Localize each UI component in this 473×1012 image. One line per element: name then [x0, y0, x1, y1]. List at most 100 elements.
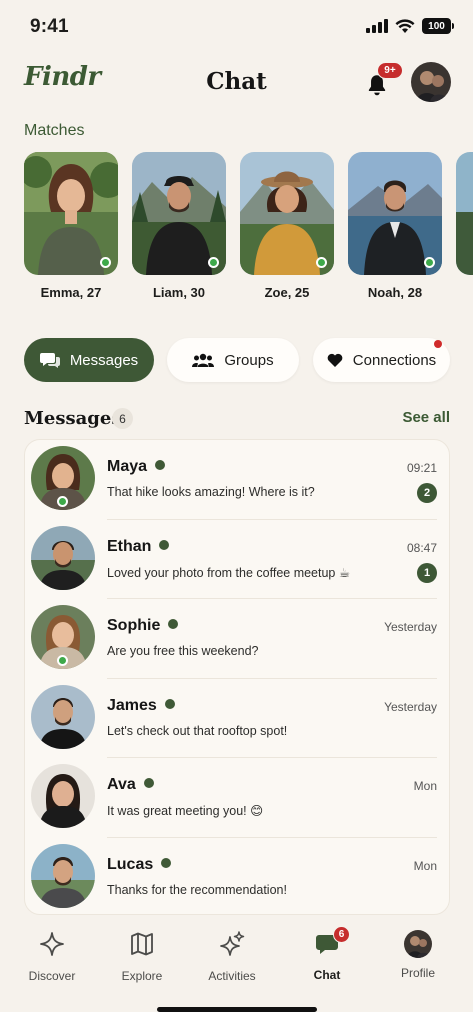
matches-carousel[interactable]: Emma, 27 Liam, 30 Zoe, 25 Noah, 28 — [24, 152, 473, 312]
avatar — [31, 525, 95, 590]
online-indicator — [57, 655, 68, 666]
match-card[interactable]: Emma, 27 — [24, 152, 118, 300]
match-photo — [348, 152, 442, 275]
message-row[interactable]: Ethan Loved your photo from the coffee m… — [25, 520, 449, 599]
nav-label: Chat — [313, 968, 341, 982]
message-row[interactable]: Maya That hike looks amazing! Where is i… — [25, 440, 449, 520]
status-bar: 9:41 100 — [0, 0, 473, 54]
chat-tabs: Messages Groups Connections — [24, 338, 454, 384]
notification-badge: 9+ — [377, 62, 403, 79]
avatar — [31, 843, 95, 908]
match-name: Liam, 30 — [152, 285, 206, 300]
tab-messages[interactable]: Messages — [24, 338, 154, 382]
unread-badge: 2 — [417, 483, 437, 503]
message-row[interactable]: Sophie Are you free this weekend? Yester… — [25, 599, 449, 679]
contact-name: Ethan — [107, 538, 170, 556]
online-indicator — [100, 257, 111, 268]
profile-avatar — [404, 930, 432, 958]
message-preview: Loved your photo from the coffee meetup … — [107, 565, 351, 580]
message-preview: Are you free this weekend? — [107, 644, 259, 658]
avatar — [31, 764, 95, 828]
message-preview: It was great meeting you! 😊 — [107, 804, 264, 818]
map-icon — [131, 932, 153, 956]
nav-discover[interactable]: Discover — [12, 930, 92, 983]
message-time: 09:21 — [406, 461, 437, 475]
match-photo — [24, 152, 118, 275]
match-name: Zoe, 25 — [264, 285, 310, 300]
contact-name: Sophie — [107, 617, 179, 635]
online-indicator — [424, 257, 435, 268]
message-list: Maya That hike looks amazing! Where is i… — [24, 439, 450, 915]
sparkle-icon — [40, 932, 64, 956]
header: Findr Chat 9+ — [0, 54, 473, 114]
message-time: Yesterday — [384, 699, 437, 714]
notification-dot — [434, 340, 442, 348]
tab-label: Groups — [224, 351, 274, 369]
match-card[interactable]: Liam, 30 — [132, 152, 226, 300]
chat-bubbles-icon — [39, 353, 60, 368]
status-icons: 100 — [366, 18, 454, 34]
chat-nav-icon-wrap: 6 — [313, 926, 350, 958]
match-card[interactable]: Zoe, 25 — [240, 152, 334, 300]
nav-explore[interactable]: Explore — [102, 930, 182, 983]
unread-badge: 1 — [417, 562, 437, 583]
status-dot — [143, 778, 154, 788]
match-photo — [456, 152, 473, 275]
status-dot — [164, 698, 175, 709]
nav-label: Discover — [28, 969, 76, 983]
online-indicator — [57, 496, 68, 507]
chat-badge: 6 — [333, 926, 350, 943]
messages-count-badge: 6 — [112, 408, 133, 429]
messages-header: Messages 6 See all — [24, 406, 450, 432]
online-indicator — [208, 257, 219, 268]
sparkles-icon — [220, 931, 245, 956]
group-icon — [192, 353, 215, 367]
message-time: Mon — [413, 779, 437, 793]
message-time: Mon — [413, 858, 437, 873]
contact-name: Maya — [107, 458, 166, 476]
contact-name: James — [107, 697, 175, 715]
bottom-nav: Discover Explore Activities 6 Chat Profi… — [0, 920, 473, 1012]
message-preview: Thanks for the recommendation! — [107, 882, 287, 897]
nav-activities[interactable]: Activities — [192, 930, 272, 983]
nav-profile[interactable]: Profile — [378, 930, 458, 980]
matches-title: Matches — [24, 122, 85, 139]
message-row[interactable]: Lucas Thanks for the recommendation! Mon — [25, 838, 449, 915]
message-preview: That hike looks amazing! Where is it? — [107, 485, 315, 499]
messages-title: Messages — [24, 408, 122, 429]
contact-name: Lucas — [107, 856, 172, 874]
match-photo — [132, 152, 226, 275]
home-indicator — [157, 1007, 317, 1012]
tab-connections[interactable]: Connections — [313, 338, 450, 382]
tab-label: Messages — [69, 351, 139, 369]
status-dot — [159, 539, 170, 550]
message-preview: Let's check out that rooftop spot! — [107, 723, 288, 738]
message-row[interactable]: Ava It was great meeting you! 😊 Mon — [25, 758, 449, 838]
status-dot — [161, 857, 172, 868]
battery-indicator: 100 — [422, 18, 454, 34]
wifi-icon — [395, 18, 415, 33]
user-avatar[interactable] — [411, 62, 451, 102]
message-time: 08:47 — [406, 540, 437, 555]
match-card[interactable] — [456, 152, 473, 275]
see-all-link[interactable]: See all — [402, 409, 450, 426]
message-time: Yesterday — [384, 620, 437, 634]
match-card[interactable]: Noah, 28 — [348, 152, 442, 300]
status-time: 9:41 — [30, 16, 69, 37]
message-row[interactable]: James Let's check out that rooftop spot!… — [25, 679, 449, 758]
nav-label: Activities — [208, 969, 256, 983]
tab-groups[interactable]: Groups — [167, 338, 299, 382]
status-dot — [155, 460, 166, 470]
avatar — [31, 684, 95, 749]
heart-icon — [327, 353, 343, 367]
nav-label: Profile — [400, 966, 435, 980]
signal-icon — [366, 19, 388, 33]
status-dot — [168, 619, 179, 629]
nav-chat[interactable]: 6 Chat — [287, 926, 367, 982]
tab-label: Connections — [352, 351, 437, 369]
match-name: Noah, 28 — [367, 285, 423, 300]
online-indicator — [316, 257, 327, 268]
match-name: Emma, 27 — [40, 285, 102, 300]
match-photo — [240, 152, 334, 275]
contact-name: Ava — [107, 776, 154, 794]
